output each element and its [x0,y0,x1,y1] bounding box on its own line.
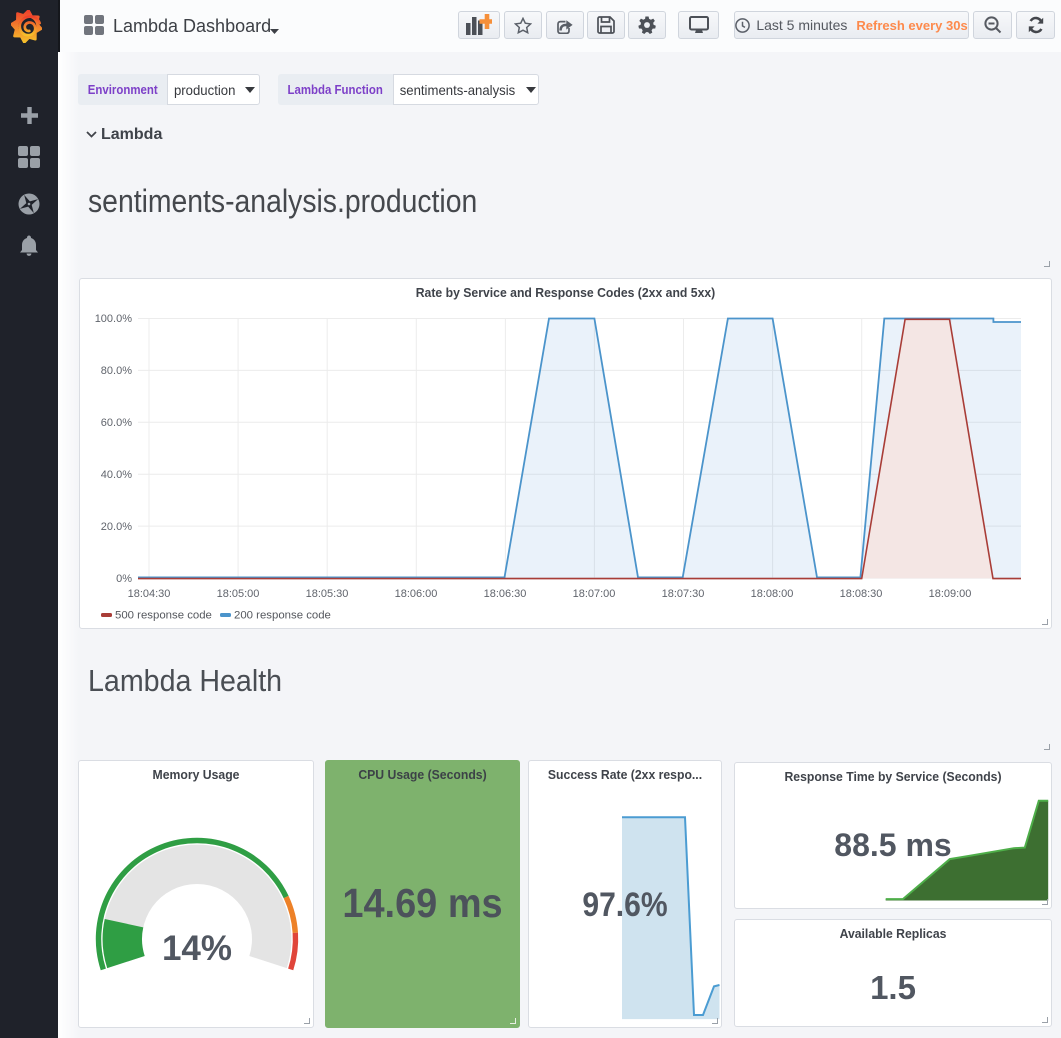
svg-text:80.0%: 80.0% [101,365,132,377]
svg-text:18:09:00: 18:09:00 [929,588,972,600]
svg-text:40.0%: 40.0% [101,469,132,481]
svg-text:18:06:00: 18:06:00 [395,588,438,600]
svg-text:60.0%: 60.0% [101,417,132,429]
svg-text:18:06:30: 18:06:30 [484,588,527,600]
svg-text:0%: 0% [116,573,132,585]
svg-text:18:08:00: 18:08:00 [751,588,794,600]
svg-text:18:04:30: 18:04:30 [128,588,171,600]
svg-text:18:05:30: 18:05:30 [306,588,349,600]
svg-text:18:08:30: 18:08:30 [840,588,883,600]
svg-text:18:05:00: 18:05:00 [217,588,260,600]
svg-text:20.0%: 20.0% [101,521,132,533]
svg-text:18:07:00: 18:07:00 [573,588,616,600]
svg-text:18:07:30: 18:07:30 [662,588,705,600]
svg-text:100.0%: 100.0% [95,313,133,325]
svg-text:14%: 14% [162,929,232,968]
svg-text:200 response code: 200 response code [234,610,331,622]
svg-text:500 response code: 500 response code [115,610,212,622]
